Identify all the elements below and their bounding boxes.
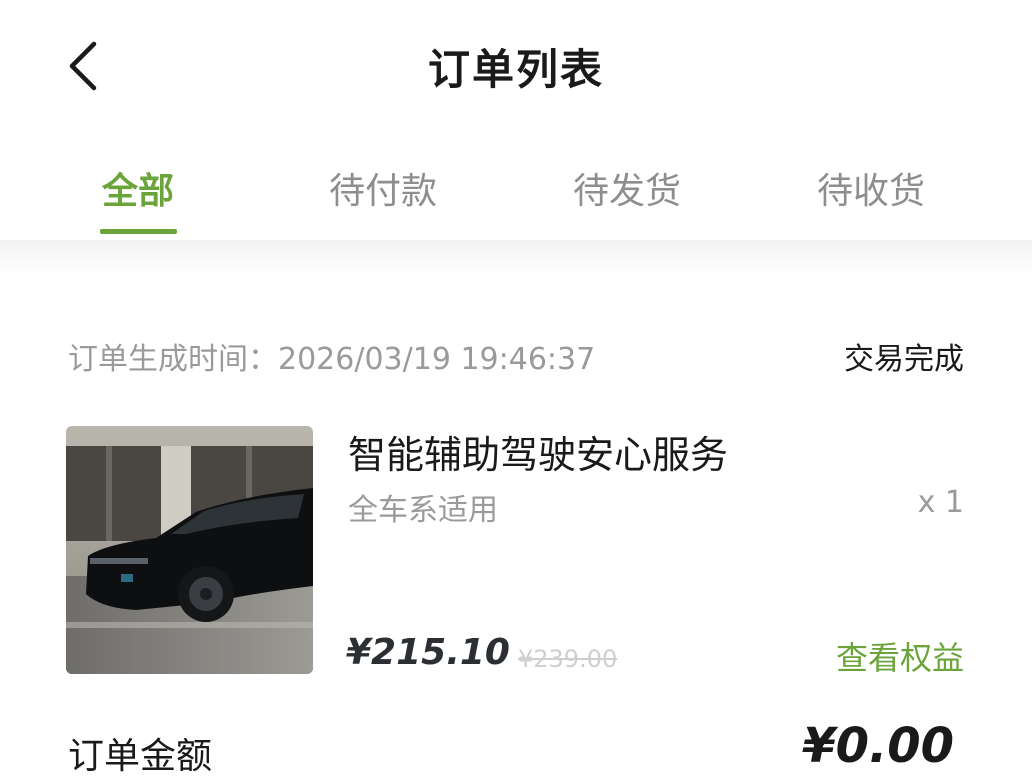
- product-original-price: ¥239.00: [518, 645, 618, 673]
- order-total-label: 订单金额: [68, 736, 213, 777]
- tab-all[interactable]: 全部: [38, 162, 238, 214]
- order-created-time: 订单生成时间：2026/03/19 19:46:37: [68, 342, 596, 377]
- product-description: 全车系适用: [348, 493, 498, 528]
- product-price: ¥215.10: [346, 632, 510, 673]
- order-total-amount: ¥0.00: [802, 718, 954, 774]
- tab-pending-shipment[interactable]: 待发货: [527, 162, 727, 214]
- tab-bar-shadow: [0, 240, 1032, 276]
- black-suv-photo: [66, 426, 313, 674]
- tab-pending-payment[interactable]: 待付款: [283, 162, 483, 214]
- tab-pending-receipt[interactable]: 待收货: [771, 162, 971, 214]
- product-quantity: x 1: [917, 485, 964, 520]
- active-tab-indicator: [100, 229, 177, 234]
- page-title: 订单列表: [427, 45, 604, 94]
- order-status: 交易完成: [844, 342, 964, 377]
- tab-bar: 全部 待付款 待发货 待收货: [0, 150, 1032, 240]
- view-benefits-link[interactable]: 查看权益: [836, 633, 964, 679]
- product-name: 智能辅助驾驶安心服务: [348, 433, 729, 477]
- product-image[interactable]: [66, 426, 313, 674]
